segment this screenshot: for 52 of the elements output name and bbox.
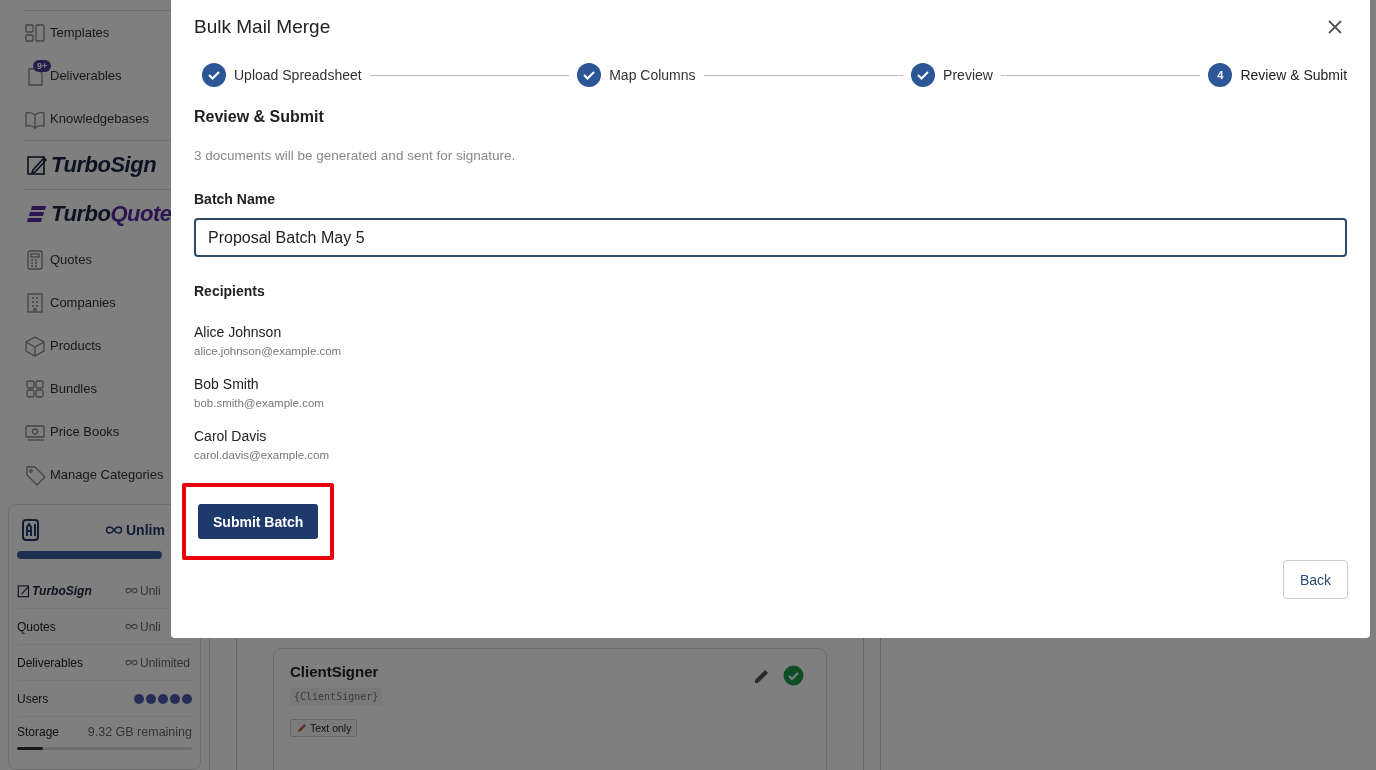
user-dots-drawing bbox=[134, 693, 192, 704]
infinity-icon bbox=[125, 623, 138, 630]
tag-icon bbox=[24, 463, 46, 486]
stepper-step: 4 Review & Submit bbox=[1200, 63, 1347, 87]
infinity-icon bbox=[125, 659, 138, 666]
submit-button[interactable]: Submit Batch bbox=[198, 504, 319, 539]
infinity-icon bbox=[125, 587, 138, 594]
field-title: ClientSigner bbox=[290, 663, 379, 680]
recipient-name: Carol Davis bbox=[194, 428, 268, 444]
recipient-email: bob.smith@example.com bbox=[194, 397, 325, 409]
calculator-icon bbox=[24, 248, 46, 271]
recipient-name: Bob Smith bbox=[194, 376, 260, 392]
close-icon bbox=[1327, 19, 1343, 35]
stepper-step: Preview bbox=[903, 63, 993, 87]
recipient-email: alice.johnson@example.com bbox=[194, 345, 343, 357]
storage-value: 9.32 GB remaining bbox=[87, 725, 192, 739]
building-icon bbox=[24, 291, 46, 314]
usage-label: Storage bbox=[17, 725, 60, 739]
dialog-title: Bulk Mail Merge bbox=[194, 16, 331, 38]
recipient-email: carol.davis@example.com bbox=[194, 449, 331, 461]
usage-value: Unli bbox=[140, 583, 161, 598]
pencil-icon bbox=[296, 722, 307, 734]
check-icon bbox=[582, 68, 597, 82]
brand-logo-text: TurboSign bbox=[51, 152, 157, 178]
grid-icon bbox=[24, 377, 46, 400]
ai-usage-value: Unlim bbox=[126, 522, 165, 538]
usage-label: Deliverables bbox=[17, 655, 85, 670]
check-icon bbox=[207, 68, 221, 82]
stripes-logo-icon bbox=[26, 203, 48, 225]
back-button[interactable]: Back bbox=[1282, 560, 1348, 599]
usage-value: Unli bbox=[140, 619, 161, 634]
description-text: 3 documents will be generated and sent for signature. bbox=[194, 148, 517, 163]
field-token: {ClientSigner} bbox=[290, 688, 383, 705]
count-badge: 9+ bbox=[33, 60, 52, 72]
box-icon bbox=[24, 334, 46, 357]
section-heading: Review & Submit bbox=[194, 108, 325, 126]
section-label: Recipients bbox=[194, 283, 266, 299]
batch-name-field[interactable]: Proposal Batch May 5 bbox=[194, 218, 1347, 257]
check-icon bbox=[916, 68, 931, 82]
turbosign-logo: TurboSign bbox=[17, 583, 125, 598]
usage-value: Unlimited bbox=[140, 655, 190, 670]
usage-label: Users bbox=[17, 691, 50, 706]
field-label: Batch Name bbox=[194, 191, 276, 207]
recipient-name: Alice Johnson bbox=[194, 324, 283, 340]
templates-icon bbox=[24, 21, 46, 44]
stepper-step: Map Columns bbox=[569, 63, 696, 87]
brand-logo-text: TurboQuote bbox=[51, 201, 172, 227]
field-type-chip: Text only bbox=[290, 719, 358, 737]
ai-icon bbox=[21, 518, 41, 542]
signature-pen-icon bbox=[26, 154, 48, 176]
infinity-icon bbox=[105, 525, 123, 535]
usage-label: Quotes bbox=[17, 619, 57, 634]
